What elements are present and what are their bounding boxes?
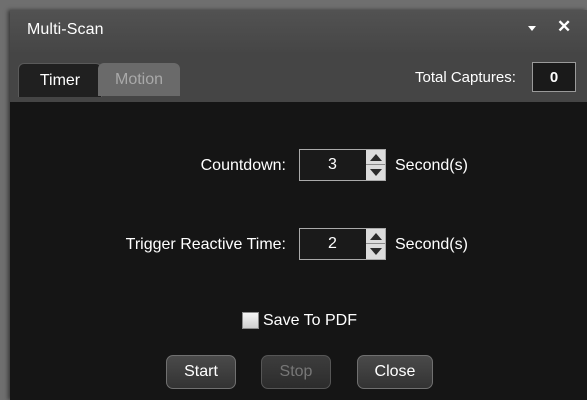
tab-motion[interactable]: Motion <box>98 63 180 96</box>
trigger-reactive-time-spinner[interactable]: 2 <box>299 228 386 260</box>
close-button-label: Close <box>374 363 416 380</box>
total-captures-count: 0 <box>549 68 559 86</box>
close-icon[interactable]: ✕ <box>557 18 571 35</box>
tab-strip: Timer Motion Total Captures: 0 <box>10 52 587 102</box>
save-to-pdf-checkbox[interactable] <box>242 312 259 329</box>
countdown-spinner[interactable]: 3 <box>299 149 386 181</box>
total-captures-value: 0 <box>532 62 576 92</box>
spin-down-icon[interactable] <box>366 244 385 259</box>
total-captures-label: Total Captures: <box>415 69 516 86</box>
tab-timer-label: Timer <box>39 71 81 89</box>
countdown-value[interactable]: 3 <box>300 150 365 180</box>
spin-up-icon[interactable] <box>366 150 385 165</box>
chevron-down-icon[interactable] <box>528 26 536 31</box>
tab-timer[interactable]: Timer <box>18 63 102 97</box>
timer-panel: Countdown: 3 Second(s) Trigger Reactive … <box>10 102 587 400</box>
start-button-label: Start <box>184 363 218 380</box>
stop-button[interactable]: Stop <box>261 355 331 389</box>
save-to-pdf-label[interactable]: Save To PDF <box>263 312 357 330</box>
tab-motion-label: Motion <box>114 70 164 88</box>
countdown-label: Countdown: <box>200 157 286 174</box>
spin-down-icon[interactable] <box>366 165 385 180</box>
trigger-reactive-time-value[interactable]: 2 <box>300 229 365 259</box>
trigger-reactive-time-label: Trigger Reactive Time: <box>125 236 286 253</box>
trigger-reactive-time-unit: Second(s) <box>395 236 468 253</box>
countdown-unit: Second(s) <box>395 157 468 174</box>
title-bar[interactable]: Multi-Scan ✕ <box>10 10 587 52</box>
spin-up-icon[interactable] <box>366 229 385 244</box>
close-button[interactable]: Close <box>357 355 433 389</box>
stop-button-label: Stop <box>279 363 313 380</box>
window-title: Multi-Scan <box>27 21 104 38</box>
multi-scan-window: Multi-Scan ✕ Timer Motion Total Captures… <box>10 10 587 400</box>
start-button[interactable]: Start <box>166 355 236 389</box>
